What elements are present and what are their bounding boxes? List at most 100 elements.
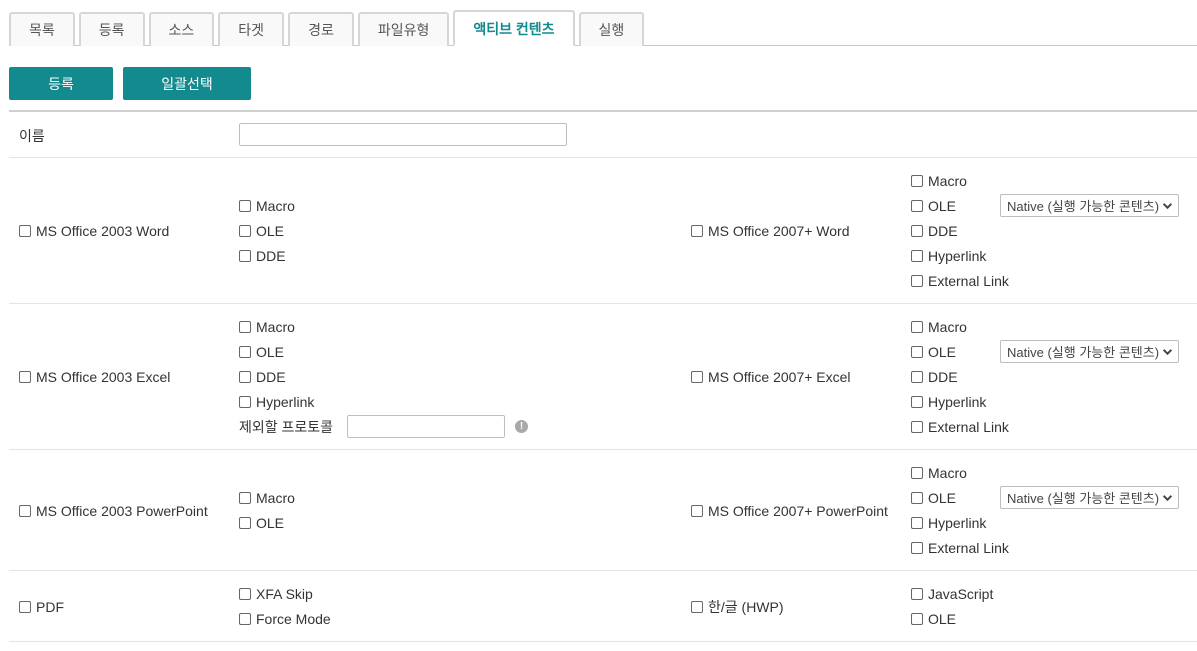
- checkbox-box[interactable]: [239, 249, 251, 262]
- checkbox-box[interactable]: [239, 395, 251, 408]
- checkbox-box[interactable]: [911, 224, 923, 237]
- checkbox-box[interactable]: [911, 174, 923, 187]
- tab-file-type[interactable]: 파일유형: [357, 12, 450, 46]
- checkbox-box[interactable]: [691, 224, 703, 237]
- checkbox-box[interactable]: [911, 345, 923, 358]
- option-macro[interactable]: Macro: [239, 314, 528, 339]
- checkbox-box[interactable]: [911, 370, 923, 383]
- option-xfa-skip[interactable]: XFA Skip: [239, 581, 331, 606]
- checkbox-box[interactable]: [911, 420, 923, 433]
- option-ole[interactable]: OLE: [911, 193, 1009, 218]
- checkbox-box[interactable]: [239, 199, 251, 212]
- word-ole-mode-select[interactable]: Native (실행 가능한 콘텐츠): [1000, 194, 1179, 217]
- ms-office-2007-excel-checkbox[interactable]: MS Office 2007+ Excel: [691, 364, 851, 389]
- option-macro[interactable]: Macro: [911, 460, 1009, 485]
- option-dde[interactable]: DDE: [239, 364, 528, 389]
- pdf-checkbox[interactable]: PDF: [19, 594, 64, 619]
- powerpoint-ole-mode-select[interactable]: Native (실행 가능한 콘텐츠): [1000, 486, 1179, 509]
- excel-ole-mode-select[interactable]: Native (실행 가능한 콘텐츠): [1000, 340, 1179, 363]
- checkbox-box[interactable]: [911, 541, 923, 554]
- tab-list[interactable]: 목록: [9, 12, 75, 46]
- ms-office-2007-word-checkbox[interactable]: MS Office 2007+ Word: [691, 218, 850, 243]
- checkbox-box[interactable]: [911, 249, 923, 262]
- pdf-options: XFA Skip Force Mode: [239, 581, 331, 631]
- checkbox-box[interactable]: [691, 504, 703, 517]
- checkbox-box[interactable]: [239, 516, 251, 529]
- checkbox-box[interactable]: [239, 370, 251, 383]
- powerpoint-2007-options: Macro OLE Hyperlink External Link: [911, 460, 1009, 560]
- name-input[interactable]: [239, 123, 567, 146]
- tab-target[interactable]: 타겟: [218, 12, 285, 46]
- checkbox-box[interactable]: [911, 320, 923, 333]
- select-all-button[interactable]: 일괄선택: [123, 67, 251, 100]
- ms-office-2007-powerpoint-checkbox[interactable]: MS Office 2007+ PowerPoint: [691, 498, 888, 523]
- checkbox-box[interactable]: [239, 612, 251, 625]
- select-value: Native (실행 가능한 콘텐츠): [1007, 199, 1160, 214]
- checkbox-box[interactable]: [911, 587, 923, 600]
- option-external-link[interactable]: External Link: [911, 414, 1009, 439]
- ms-office-2003-excel-checkbox[interactable]: MS Office 2003 Excel: [19, 364, 170, 389]
- tab-source[interactable]: 소스: [148, 12, 215, 46]
- checkbox-box[interactable]: [239, 224, 251, 237]
- chevron-down-icon: [1162, 495, 1173, 502]
- register-button[interactable]: 등록: [9, 67, 113, 100]
- checkbox-box[interactable]: [911, 516, 923, 529]
- option-macro[interactable]: Macro: [911, 314, 1009, 339]
- option-hyperlink[interactable]: Hyperlink: [911, 510, 1009, 535]
- option-label: OLE: [928, 197, 957, 214]
- option-javascript[interactable]: JavaScript: [911, 581, 993, 606]
- option-macro[interactable]: Macro: [239, 193, 295, 218]
- checkbox-box[interactable]: [691, 600, 703, 613]
- option-ole[interactable]: OLE: [911, 339, 1009, 364]
- option-ole[interactable]: OLE: [239, 510, 295, 535]
- option-ole[interactable]: OLE: [911, 485, 1009, 510]
- option-ole[interactable]: OLE: [239, 218, 295, 243]
- word-2003-options: Macro OLE DDE: [239, 193, 295, 268]
- checkbox-box[interactable]: [911, 612, 923, 625]
- checkbox-box[interactable]: [911, 466, 923, 479]
- name-row: 이름: [9, 112, 1197, 158]
- option-hyperlink[interactable]: Hyperlink: [911, 389, 1009, 414]
- option-force-mode[interactable]: Force Mode: [239, 606, 331, 631]
- checkbox-box[interactable]: [19, 504, 31, 517]
- exclude-protocol-input[interactable]: [347, 415, 506, 438]
- checkbox-box[interactable]: [239, 320, 251, 333]
- option-external-link[interactable]: External Link: [911, 268, 1009, 293]
- option-label: Macro: [256, 489, 295, 506]
- option-dde[interactable]: DDE: [239, 243, 295, 268]
- checkbox-box[interactable]: [239, 345, 251, 358]
- tab-register[interactable]: 등록: [78, 12, 145, 46]
- option-ole[interactable]: OLE: [911, 606, 993, 631]
- option-dde[interactable]: DDE: [911, 218, 1009, 243]
- tab-execute[interactable]: 실행: [578, 12, 645, 46]
- option-ole[interactable]: OLE: [239, 339, 528, 364]
- checkbox-box[interactable]: [19, 600, 31, 613]
- option-external-link[interactable]: External Link: [911, 535, 1009, 560]
- checkbox-box[interactable]: [239, 491, 251, 504]
- checkbox-box[interactable]: [239, 587, 251, 600]
- checkbox-box[interactable]: [911, 274, 923, 287]
- tab-active-content[interactable]: 액티브 컨텐츠: [453, 10, 575, 46]
- ms-office-2003-powerpoint-checkbox[interactable]: MS Office 2003 PowerPoint: [19, 498, 208, 523]
- checkbox-box[interactable]: [19, 370, 31, 383]
- tab-path[interactable]: 경로: [288, 12, 354, 46]
- checkbox-box[interactable]: [911, 199, 923, 212]
- option-hyperlink[interactable]: Hyperlink: [239, 389, 528, 414]
- option-label: XFA Skip: [256, 585, 313, 602]
- checkbox-box[interactable]: [691, 370, 703, 383]
- checkbox-box[interactable]: [911, 491, 923, 504]
- checkbox-box[interactable]: [19, 224, 31, 237]
- info-icon[interactable]: !: [515, 420, 529, 433]
- ms-office-2003-word-checkbox[interactable]: MS Office 2003 Word: [19, 218, 169, 243]
- option-hyperlink[interactable]: Hyperlink: [911, 243, 1009, 268]
- checkbox-box[interactable]: [911, 395, 923, 408]
- hwp-checkbox[interactable]: 한/글 (HWP): [691, 594, 784, 619]
- option-label: Macro: [256, 197, 295, 214]
- option-label: OLE: [256, 343, 285, 360]
- option-label: Hyperlink: [928, 247, 987, 264]
- option-label: Macro: [928, 464, 967, 481]
- option-macro[interactable]: Macro: [239, 485, 295, 510]
- word-row: MS Office 2003 Word Macro OLE DDE MS Off…: [9, 158, 1197, 304]
- option-macro[interactable]: Macro: [911, 168, 1009, 193]
- option-dde[interactable]: DDE: [911, 364, 1009, 389]
